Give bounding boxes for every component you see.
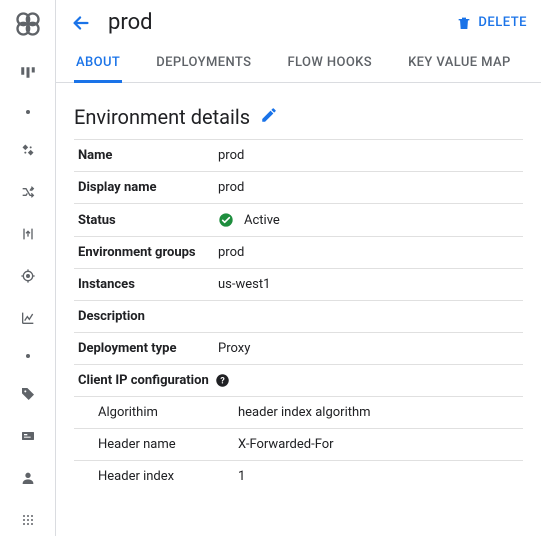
header: prod DELETE <box>56 0 541 43</box>
value-deployment-type: Proxy <box>214 333 523 365</box>
delete-label: DELETE <box>478 15 527 30</box>
value-env-groups: prod <box>214 237 523 269</box>
row-instances: Instances us-west1 <box>74 269 523 301</box>
logo-icon <box>14 10 42 42</box>
row-header-name: Header name X-Forwarded-For <box>74 429 523 461</box>
value-name: prod <box>214 140 523 172</box>
back-button[interactable] <box>70 12 92 34</box>
status-check-icon <box>218 212 234 228</box>
nav-dashboard-icon[interactable] <box>16 62 40 86</box>
row-display-name: Display name prod <box>74 172 523 204</box>
value-header-name: X-Forwarded-For <box>234 429 523 461</box>
content: Environment details Name prod Display na… <box>56 83 541 536</box>
help-icon[interactable]: ? <box>215 373 230 388</box>
row-header-index: Header index 1 <box>74 461 523 493</box>
sidebar: S <box>0 0 56 536</box>
row-status: Status Active <box>74 204 523 237</box>
value-display-name: prod <box>214 172 523 204</box>
row-env-groups: Environment groups prod <box>74 237 523 269</box>
label-env-groups: Environment groups <box>74 237 214 269</box>
trash-icon <box>456 15 472 31</box>
page-title: prod <box>108 10 153 35</box>
nav-user-icon[interactable] <box>16 466 40 490</box>
label-header-name: Header name <box>74 429 234 461</box>
value-header-index: 1 <box>234 461 523 493</box>
section-title-text: Environment details <box>74 105 250 129</box>
label-name: Name <box>74 140 214 172</box>
nav-separator <box>26 354 30 358</box>
label-header-index: Header index <box>74 461 234 493</box>
nav-publish-icon[interactable] <box>16 222 40 246</box>
nav-diamond-icon[interactable] <box>16 138 40 162</box>
tabs: ABOUT DEPLOYMENTS FLOW HOOKS KEY VALUE M… <box>56 43 541 83</box>
section-title: Environment details <box>74 105 523 129</box>
tab-about[interactable]: ABOUT <box>74 43 122 83</box>
nav-target-icon[interactable] <box>16 264 40 288</box>
label-instances: Instances <box>74 269 214 301</box>
row-name: Name prod <box>74 140 523 172</box>
label-deployment-type: Deployment type <box>74 333 214 365</box>
client-ip-table: Algorithim header index algorithm Header… <box>74 396 523 492</box>
tab-key-value-map[interactable]: KEY VALUE MAP <box>406 43 513 82</box>
nav-analytics-icon[interactable] <box>16 306 40 330</box>
label-display-name: Display name <box>74 172 214 204</box>
edit-icon[interactable] <box>260 105 278 129</box>
tab-deployments[interactable]: DEPLOYMENTS <box>154 43 253 82</box>
svg-text:?: ? <box>220 377 225 387</box>
nav-tag-icon[interactable] <box>16 382 40 406</box>
nav-separator <box>26 110 30 114</box>
label-status: Status <box>74 204 214 237</box>
label-algorithm: Algorithim <box>74 397 234 429</box>
main-area: prod DELETE ABOUT DEPLOYMENTS FLOW HOOKS… <box>56 0 541 536</box>
label-description: Description <box>74 301 214 333</box>
client-ip-heading-text: Client IP configuration <box>78 373 209 388</box>
nav-card-icon[interactable] <box>16 424 40 448</box>
nav-apps-icon[interactable] <box>16 508 40 532</box>
value-status: Active <box>244 213 280 228</box>
details-table: Name prod Display name prod Status Acti <box>74 139 523 364</box>
delete-button[interactable]: DELETE <box>456 15 527 31</box>
nav-shuffle-icon[interactable] <box>16 180 40 204</box>
row-description: Description <box>74 301 523 333</box>
row-deployment-type: Deployment type Proxy <box>74 333 523 365</box>
value-description <box>214 301 523 333</box>
tab-flow-hooks[interactable]: FLOW HOOKS <box>285 43 374 82</box>
value-status-cell: Active <box>214 204 523 237</box>
client-ip-heading: Client IP configuration ? <box>74 364 523 396</box>
row-algorithm: Algorithim header index algorithm <box>74 397 523 429</box>
value-instances: us-west1 <box>214 269 523 301</box>
value-algorithm: header index algorithm <box>234 397 523 429</box>
